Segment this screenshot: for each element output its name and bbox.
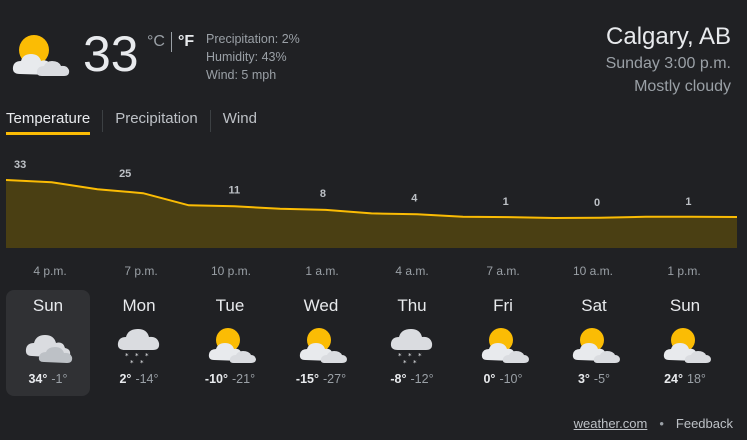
tab-divider [209,110,211,132]
forecast-day-tue[interactable]: Tue -10° -21° [188,290,272,396]
high-temp: 0° [483,372,496,386]
time-label: 7 a.m. [486,264,520,278]
weather-source-link[interactable]: weather.com [574,416,648,431]
low-temp: -5° [593,372,611,386]
partly-cloudy-icon [572,328,620,363]
graph-point-label: 11 [228,184,240,196]
cloudy-icon [25,335,73,363]
current-temperature: 33 [83,26,139,82]
graph-point-label: 33 [14,159,26,171]
time-label: 4 p.m. [33,264,67,278]
temperature-graph: 33 25 11 8 4 1 0 1 [6,159,737,248]
high-temp: -15° [295,372,319,386]
forecast-day-wed[interactable]: Wed -15° -27° [279,290,363,396]
graph-point-label: 0 [594,197,600,209]
humidity-detail: Humidity: 43% [206,50,287,64]
low-temp: -12° [410,372,434,386]
low-temp: 18° [687,372,706,386]
location-city: Calgary, AB [606,23,731,50]
tab-precipitation[interactable]: Precipitation [115,108,198,135]
svg-text:*: * [398,352,402,360]
partly-cloudy-icon [208,328,256,363]
forecast-day-mon[interactable]: Mon * * * * * 2° -14° [97,290,181,396]
day-name: Sun [32,296,64,315]
celsius-button[interactable]: °C [147,33,165,51]
svg-text:*: * [408,352,412,360]
day-name: Thu [397,296,427,315]
partly-cloudy-icon [481,328,529,363]
footer-separator: • [659,416,664,431]
graph-point-label: 8 [320,188,326,200]
svg-text:*: * [135,352,139,360]
day-name: Wed [303,296,339,315]
time-label: 1 p.m. [667,264,701,278]
high-temp: 3° [577,372,590,386]
tab-wind[interactable]: Wind [223,108,257,135]
svg-text:*: * [418,352,422,360]
tab-divider [102,110,104,132]
feedback-link[interactable]: Feedback [676,416,733,431]
partly-cloudy-icon [299,328,347,363]
time-label: 7 p.m. [124,264,158,278]
forecast-day-fri[interactable]: Fri 0° -10° [461,290,545,396]
high-temp: 24° [664,372,683,386]
low-temp: -10° [499,372,523,386]
fahrenheit-button[interactable]: °F [178,33,194,51]
weather-details: Precipitation: 2% Humidity: 43% Wind: 5 … [206,30,300,84]
day-name: Mon [122,296,156,315]
svg-text:*: * [403,359,407,366]
high-temp: 34° [28,372,48,386]
day-name: Fri [493,296,513,315]
low-temp: -14° [135,372,159,386]
low-temp: -21° [232,372,256,386]
partly-cloudy-icon [663,328,711,363]
high-temp: -8° [390,372,407,386]
forecast-day-sun[interactable]: Sun 34° -1° [6,290,90,396]
forecast-day-sun-next[interactable]: Sun 24° 18° [643,290,727,396]
weather-tabs: Temperature Precipitation Wind [6,108,257,135]
low-temp: -1° [51,372,68,386]
graph-point-label: 1 [685,196,691,208]
forecast-day-sat[interactable]: Sat 3° -5° [552,290,636,396]
graph-point-label: 4 [411,192,418,204]
precipitation-detail: Precipitation: 2% [206,32,300,46]
unit-divider [170,32,172,52]
location-condition: Mostly cloudy [634,78,731,95]
high-temp: -10° [204,372,228,386]
snow-icon: * * * * * [117,329,160,366]
graph-point-label: 1 [503,196,509,208]
time-label: 10 a.m. [572,264,614,278]
unit-toggle: °C °F [147,32,194,52]
location-panel: Calgary, AB Sunday 3:00 p.m. Mostly clou… [606,22,731,98]
forecast-day-thu[interactable]: Thu * * * * * -8° -12° [370,290,454,396]
tab-temperature[interactable]: Temperature [6,108,91,135]
graph-point-label: 25 [119,168,131,180]
partly-cloudy-icon [12,35,70,76]
low-temp: -27° [323,372,347,386]
day-name: Sat [581,296,607,315]
svg-text:*: * [413,359,417,366]
time-label: 4 a.m. [395,264,429,278]
snow-icon: * * * * * [390,329,433,366]
svg-text:*: * [125,352,129,360]
time-label: 10 p.m. [210,264,252,278]
svg-text:*: * [140,359,144,366]
time-label: 1 a.m. [305,264,339,278]
location-time: Sunday 3:00 p.m. [605,55,731,72]
svg-text:*: * [130,359,134,366]
high-temp: 2° [119,372,132,386]
svg-text:*: * [145,352,149,360]
footer: weather.com • Feedback [574,416,733,431]
day-name: Sun [669,296,701,315]
day-name: Tue [215,296,245,315]
wind-detail: Wind: 5 mph [206,68,277,82]
